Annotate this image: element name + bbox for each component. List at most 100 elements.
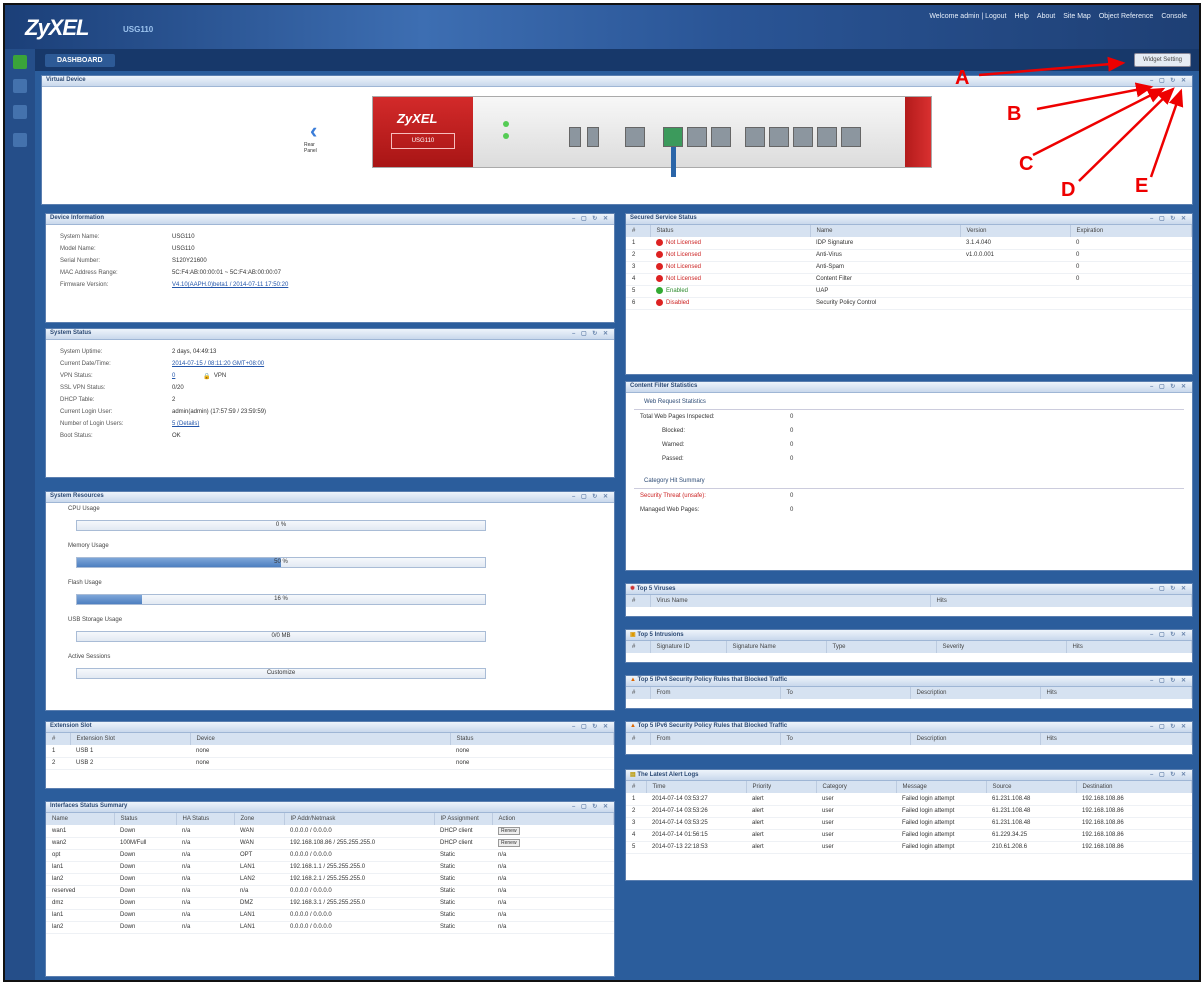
- status-row: Boot Status: OK: [60, 433, 181, 439]
- web-request-section-title: Web Request Statistics: [634, 393, 1184, 410]
- top5-intrusions-table: # Signature ID Signature Name Type Sever…: [626, 641, 1192, 653]
- flash-usage-label: Flash Usage: [68, 580, 102, 586]
- column-header: Name: [810, 225, 961, 237]
- rear-panel-label[interactable]: Rear Panel: [304, 142, 328, 154]
- about-link[interactable]: About: [1037, 13, 1055, 20]
- memory-usage-bar[interactable]: 50 %: [76, 557, 486, 568]
- system-status-panel: System Status – ▢ ↻ ✕ System Uptime: 2 day…: [45, 328, 615, 478]
- datetime-link[interactable]: 2014-07-15 / 08:11:20 GMT+08:00: [172, 361, 264, 367]
- callout-c: C: [1019, 153, 1034, 175]
- maintenance-icon[interactable]: [13, 133, 27, 147]
- panel-controls[interactable]: – ▢ ↻ ✕: [572, 330, 610, 337]
- panel-controls[interactable]: – ▢ ↻ ✕: [1150, 631, 1188, 638]
- column-header: Device: [190, 733, 451, 745]
- renew-button[interactable]: Renew: [498, 826, 520, 835]
- panel-controls[interactable]: – ▢ ↻ ✕: [572, 493, 610, 500]
- column-header: From: [650, 733, 781, 745]
- vpn-count-link[interactable]: 0: [172, 373, 175, 379]
- panel-controls[interactable]: – ▢ ↻ ✕: [1150, 723, 1188, 730]
- ethernet-port[interactable]: [711, 127, 731, 147]
- device-model-badge: USG110: [391, 133, 455, 149]
- device-image: ZyXEL USG110: [372, 96, 932, 177]
- ethernet-port-active[interactable]: [663, 127, 683, 147]
- usb-port[interactable]: [569, 127, 581, 147]
- column-header: Extension Slot: [70, 733, 191, 745]
- cable-icon: [671, 147, 676, 177]
- console-link[interactable]: Console: [1161, 13, 1187, 20]
- top5-ipv4-panel: ▲ Top 5 IPv4 Security Policy Rules that …: [625, 675, 1193, 709]
- site-map-link[interactable]: Site Map: [1063, 13, 1091, 20]
- object-reference-link[interactable]: Object Reference: [1099, 13, 1153, 20]
- status-row: Current Login User: admin(admin) (17:57:5…: [60, 409, 267, 415]
- ethernet-port[interactable]: [793, 127, 813, 147]
- column-header: #: [626, 595, 651, 607]
- chevron-left-icon[interactable]: ‹: [310, 118, 317, 144]
- vpn-label: VPN: [213, 373, 227, 379]
- cpu-usage-bar[interactable]: 0 %: [76, 520, 486, 531]
- table-row: 1 2014-07-14 03:53:27 alert user Failed logi…: [626, 793, 1192, 806]
- virus-icon: ✹: [630, 586, 637, 592]
- table-row: lan1 Down n/a LAN1 192.168.1.1 / 255.255.255…: [46, 861, 614, 874]
- active-sessions-bar[interactable]: Customize: [76, 668, 486, 679]
- top5-ipv6-panel: ▲ Top 5 IPv6 Security Policy Rules that …: [625, 721, 1193, 755]
- ethernet-port[interactable]: [687, 127, 707, 147]
- memory-value: 50 %: [274, 559, 288, 565]
- status-row: DHCP Table: 2: [60, 397, 176, 403]
- flash-usage-bar[interactable]: 16 %: [76, 594, 486, 605]
- column-header: Zone: [234, 813, 285, 825]
- panel-controls[interactable]: – ▢ ↻ ✕: [1150, 677, 1188, 684]
- panel-controls[interactable]: – ▢ ↻ ✕: [1150, 215, 1188, 222]
- active-sessions-label: Active Sessions: [68, 654, 111, 660]
- ethernet-port[interactable]: [817, 127, 837, 147]
- configuration-icon[interactable]: [13, 105, 27, 119]
- panel-controls[interactable]: – ▢ ↻ ✕: [572, 723, 610, 730]
- stat-row: Warned: 0: [662, 442, 794, 448]
- panel-title: Device Information – ▢ ↻ ✕: [46, 214, 614, 225]
- panel-controls[interactable]: – ▢ ↻ ✕: [1150, 383, 1188, 390]
- sub-nav: DASHBOARD Widget Setting: [5, 49, 1199, 71]
- table-row: 3 2014-07-14 03:53:25 alert user Failed logi…: [626, 817, 1192, 830]
- firmware-link[interactable]: V4.10(AAPH.0)beta1 / 2014-07-11 17:50:20: [172, 282, 288, 288]
- column-header: Source: [986, 781, 1077, 793]
- table-row: 4 2014-07-14 01:56:15 alert user Failed logi…: [626, 829, 1192, 842]
- disabled-status-icon: [656, 263, 663, 271]
- panel-controls[interactable]: – ▢ ↻ ✕: [1150, 771, 1188, 778]
- monitor-icon[interactable]: [13, 79, 27, 93]
- system-resources-panel: System Resources – ▢ ↻ ✕ CPU Usage 0 % Me…: [45, 491, 615, 711]
- panel-controls[interactable]: – ▢ ↻ ✕: [1150, 77, 1188, 84]
- memory-usage-label: Memory Usage: [68, 543, 109, 549]
- left-sidebar: [5, 49, 35, 980]
- welcome-logout-link[interactable]: Welcome admin | Logout: [929, 13, 1006, 20]
- login-users-link[interactable]: 5 (Details): [172, 421, 199, 427]
- widget-setting-button[interactable]: Widget Setting: [1133, 53, 1191, 67]
- interfaces-table: Name Status HA Status Zone IP Addr/Netma…: [46, 813, 614, 934]
- disabled-status-icon: [656, 299, 663, 307]
- sessions-value: Customize: [266, 670, 296, 676]
- renew-button[interactable]: Renew: [498, 839, 520, 847]
- table-row: lan2 Down n/a LAN1 0.0.0.0 / 0.0.0.0 Static n/…: [46, 921, 614, 934]
- flash-value: 16 %: [274, 596, 288, 602]
- column-header: #: [626, 733, 651, 745]
- usb-usage-bar[interactable]: 0/0 MB: [76, 631, 486, 642]
- ethernet-port[interactable]: [841, 127, 861, 147]
- info-row: MAC Address Range: 5C:F4:AB:00:00:01 ~ 5C…: [60, 270, 281, 276]
- tab-dashboard[interactable]: DASHBOARD: [45, 54, 115, 67]
- ethernet-port[interactable]: [745, 127, 765, 147]
- panel-controls[interactable]: – ▢ ↻ ✕: [1150, 585, 1188, 592]
- table-row: 1 Not Licensed IDP Signature 3.1.4.040 0: [626, 237, 1192, 250]
- ethernet-port[interactable]: [769, 127, 789, 147]
- device-front-plate: ZyXEL USG110: [373, 97, 473, 167]
- help-link[interactable]: Help: [1015, 13, 1029, 20]
- status-row: SSL VPN Status: 0/20: [60, 385, 184, 391]
- ethernet-port[interactable]: [625, 127, 645, 147]
- table-row: lan2 Down n/a LAN2 192.168.2.1 / 255.255.255…: [46, 873, 614, 886]
- column-header: To: [780, 687, 911, 699]
- panel-controls[interactable]: – ▢ ↻ ✕: [572, 215, 610, 222]
- device-brand: ZyXEL: [397, 111, 438, 126]
- column-header: Time: [646, 781, 747, 793]
- virtual-device-panel: Virtual Device – ▢ ↻ ✕ ‹ Rear Panel ZyXEL…: [41, 75, 1193, 205]
- dashboard-icon[interactable]: [13, 55, 27, 69]
- column-header: Description: [910, 687, 1041, 699]
- panel-controls[interactable]: – ▢ ↻ ✕: [572, 803, 610, 810]
- usb-port[interactable]: [587, 127, 599, 147]
